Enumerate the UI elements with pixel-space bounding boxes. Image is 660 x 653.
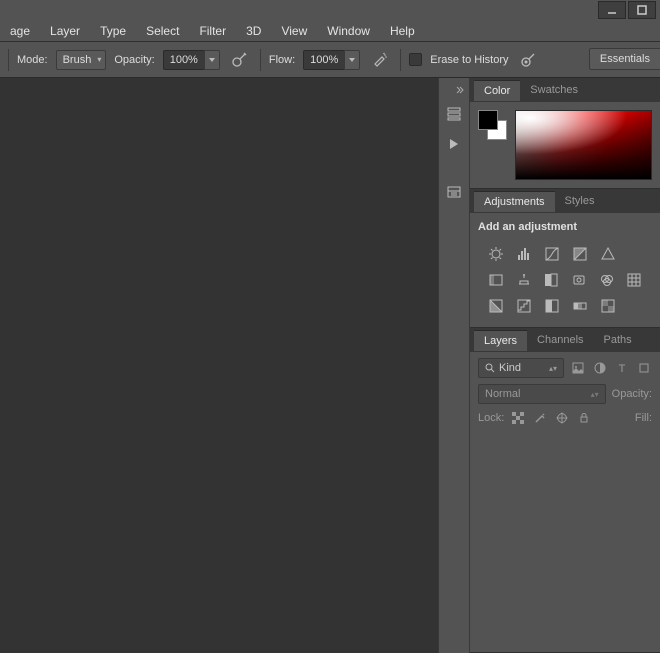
opacity-flyout-button[interactable] xyxy=(204,50,220,70)
lock-all-icon[interactable] xyxy=(576,410,592,426)
titlebar xyxy=(0,0,660,20)
separator xyxy=(400,49,401,71)
pressure-opacity-icon[interactable] xyxy=(228,48,252,72)
lock-transparent-icon[interactable] xyxy=(510,410,526,426)
opacity-label: Opacity: xyxy=(114,54,154,66)
menu-type[interactable]: Type xyxy=(90,21,136,41)
chevron-down-icon: ▾ xyxy=(97,55,101,64)
vibrance-icon[interactable] xyxy=(598,244,618,264)
lock-position-icon[interactable] xyxy=(554,410,570,426)
blend-mode-value: Normal xyxy=(485,388,520,400)
menu-select[interactable]: Select xyxy=(136,21,189,41)
menu-view[interactable]: View xyxy=(271,21,317,41)
filter-pixel-icon[interactable] xyxy=(570,360,586,376)
color-panel-tabs: Color Swatches xyxy=(470,78,660,102)
dock-collapse-handle[interactable] xyxy=(439,84,469,96)
tab-paths[interactable]: Paths xyxy=(594,330,642,350)
curves-icon[interactable] xyxy=(542,244,562,264)
collapsed-dock xyxy=(438,78,470,653)
tab-adjustments[interactable]: Adjustments xyxy=(474,191,555,212)
flow-field[interactable]: 100% xyxy=(303,50,360,70)
separator xyxy=(260,49,261,71)
layers-list-empty xyxy=(478,432,652,646)
mode-value: Brush xyxy=(63,54,92,66)
panels-column: Color Swatches Adjustments Styles Add an… xyxy=(470,78,660,653)
properties-panel-icon[interactable] xyxy=(442,180,466,204)
black-white-icon[interactable] xyxy=(541,270,561,290)
adjustments-panel: Add an adjustment xyxy=(470,213,660,328)
add-adjustment-label: Add an adjustment xyxy=(478,221,652,233)
foreground-background-swatch[interactable] xyxy=(478,110,507,140)
threshold-icon[interactable] xyxy=(542,296,562,316)
menu-window[interactable]: Window xyxy=(317,21,380,41)
kind-label: Kind xyxy=(499,362,521,374)
levels-icon[interactable] xyxy=(514,244,534,264)
exposure-icon[interactable] xyxy=(570,244,590,264)
canvas-area[interactable] xyxy=(0,78,438,653)
workspace: Color Swatches Adjustments Styles Add an… xyxy=(0,78,660,653)
menu-help[interactable]: Help xyxy=(380,21,425,41)
mode-dropdown[interactable]: Brush ▾ xyxy=(56,50,107,70)
invert-icon[interactable] xyxy=(486,296,506,316)
filter-adjustment-icon[interactable] xyxy=(592,360,608,376)
tab-color[interactable]: Color xyxy=(474,80,520,101)
workspace-switcher[interactable]: Essentials xyxy=(589,48,660,70)
adjustments-panel-tabs: Adjustments Styles xyxy=(470,189,660,213)
menu-layer[interactable]: Layer xyxy=(40,21,90,41)
channel-mixer-icon[interactable] xyxy=(597,270,617,290)
tab-swatches[interactable]: Swatches xyxy=(520,80,588,100)
blend-mode-dropdown[interactable]: Normal ▴▾ xyxy=(478,384,606,404)
opacity-panel-label: Opacity: xyxy=(612,388,652,400)
photo-filter-icon[interactable] xyxy=(569,270,589,290)
flow-value[interactable]: 100% xyxy=(303,50,344,70)
posterize-icon[interactable] xyxy=(514,296,534,316)
color-lookup-icon[interactable] xyxy=(624,270,644,290)
flow-label: Flow: xyxy=(269,54,295,66)
airbrush-icon[interactable] xyxy=(368,48,392,72)
menu-3d[interactable]: 3D xyxy=(236,21,271,41)
flow-flyout-button[interactable] xyxy=(344,50,360,70)
chevron-up-down-icon: ▴▾ xyxy=(549,364,557,373)
chevron-up-down-icon: ▴▾ xyxy=(591,390,599,399)
layer-filter-kind[interactable]: Kind ▴▾ xyxy=(478,358,564,378)
separator xyxy=(8,49,9,71)
svg-text:T: T xyxy=(619,363,626,375)
pressure-size-icon[interactable] xyxy=(517,48,541,72)
maximize-button[interactable] xyxy=(628,1,656,19)
color-panel xyxy=(470,102,660,189)
foreground-color-swatch[interactable] xyxy=(478,110,498,130)
actions-panel-icon[interactable] xyxy=(442,132,466,156)
opacity-field[interactable]: 100% xyxy=(163,50,220,70)
menu-filter[interactable]: Filter xyxy=(189,21,236,41)
lock-image-icon[interactable] xyxy=(532,410,548,426)
brightness-contrast-icon[interactable] xyxy=(486,244,506,264)
menu-image[interactable]: age xyxy=(0,21,40,41)
tab-channels[interactable]: Channels xyxy=(527,330,593,350)
filter-type-icon[interactable]: T xyxy=(614,360,630,376)
layers-panel-tabs: Layers Channels Paths xyxy=(470,328,660,352)
layers-panel: Kind ▴▾ T Normal ▴▾ Opacity: Lock: xyxy=(470,352,660,653)
gradient-map-icon[interactable] xyxy=(570,296,590,316)
hue-saturation-icon[interactable] xyxy=(486,270,506,290)
erase-history-label: Erase to History xyxy=(430,54,508,66)
options-bar: Mode: Brush ▾ Opacity: 100% Flow: 100% E… xyxy=(0,42,660,78)
filter-shape-icon[interactable] xyxy=(636,360,652,376)
erase-history-checkbox[interactable] xyxy=(409,53,422,66)
color-spectrum[interactable] xyxy=(515,110,652,180)
lock-label: Lock: xyxy=(478,412,504,424)
fill-label: Fill: xyxy=(635,412,652,424)
essentials-label: Essentials xyxy=(600,53,650,65)
mode-label: Mode: xyxy=(17,54,48,66)
tab-styles[interactable]: Styles xyxy=(555,191,605,211)
minimize-button[interactable] xyxy=(598,1,626,19)
opacity-value[interactable]: 100% xyxy=(163,50,204,70)
selective-color-icon[interactable] xyxy=(598,296,618,316)
color-balance-icon[interactable] xyxy=(514,270,534,290)
menubar: age Layer Type Select Filter 3D View Win… xyxy=(0,20,660,42)
history-panel-icon[interactable] xyxy=(442,102,466,126)
tab-layers[interactable]: Layers xyxy=(474,330,527,351)
